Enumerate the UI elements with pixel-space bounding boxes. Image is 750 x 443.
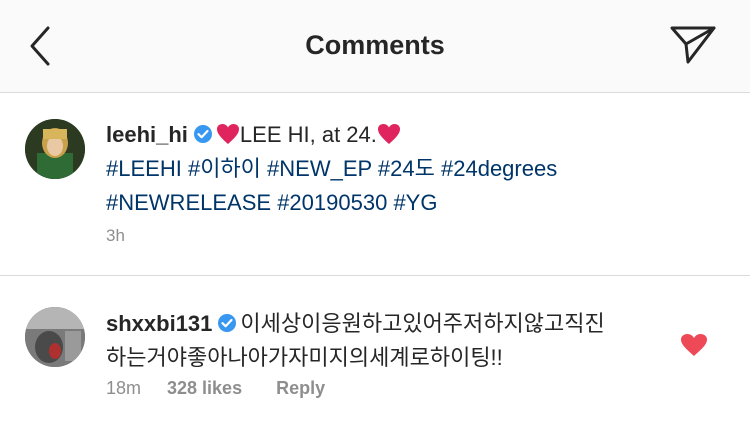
comment-body: shxxbi131 이세상이응원하고있어주저하지않고직진 하는거야좋아나아가자미지… <box>106 307 666 375</box>
avatar-image <box>25 119 85 179</box>
comment-text-line-1: 이세상이응원하고있어주저하지않고직진 <box>240 311 605 336</box>
avatar[interactable] <box>25 119 85 179</box>
hashtag-link[interactable]: #LEEHI <box>106 156 182 181</box>
post-username[interactable]: leehi_hi <box>106 122 188 147</box>
hashtag-link[interactable]: #YG <box>393 190 437 215</box>
hashtag-link[interactable]: #이하이 <box>188 156 261 181</box>
comment-meta: 18m 328 likes Reply <box>106 378 325 399</box>
likes-count[interactable]: 328 likes <box>167 378 242 398</box>
verified-badge-icon <box>193 125 212 143</box>
comment-timestamp: 18m <box>106 378 142 398</box>
avatar-image <box>25 307 85 367</box>
hashtag-link[interactable]: #24도 <box>378 156 435 181</box>
divider <box>0 275 750 276</box>
avatar[interactable] <box>25 307 85 367</box>
hashtag-link[interactable]: #24degrees <box>441 156 557 181</box>
red-heart-emoji-icon <box>216 124 239 144</box>
hashtag-link[interactable]: #NEWRELEASE <box>106 190 271 215</box>
reply-button[interactable]: Reply <box>276 378 325 398</box>
hashtag-link[interactable]: #20190530 <box>277 190 387 215</box>
caption-text: LEE HI, at 24. <box>239 122 377 147</box>
heart-icon <box>681 334 707 356</box>
post-caption: leehi_hi LEE HI, at 24. #LEEHI #이하이 #NEW_… <box>106 118 666 220</box>
comment-username[interactable]: shxxbi131 <box>106 311 212 336</box>
red-heart-emoji-icon <box>377 124 400 144</box>
hashtag-link[interactable]: #NEW_EP <box>267 156 372 181</box>
verified-badge-icon <box>218 314 237 332</box>
post-timestamp: 3h <box>106 226 125 245</box>
like-button[interactable] <box>680 333 708 357</box>
share-button[interactable] <box>668 22 718 68</box>
comment-text-line-2: 하는거야좋아나아가자미지의세계로하이팅!! <box>106 345 503 370</box>
paper-plane-icon <box>670 26 716 64</box>
page-title: Comments <box>305 30 445 60</box>
top-bar: Comments <box>0 0 750 93</box>
